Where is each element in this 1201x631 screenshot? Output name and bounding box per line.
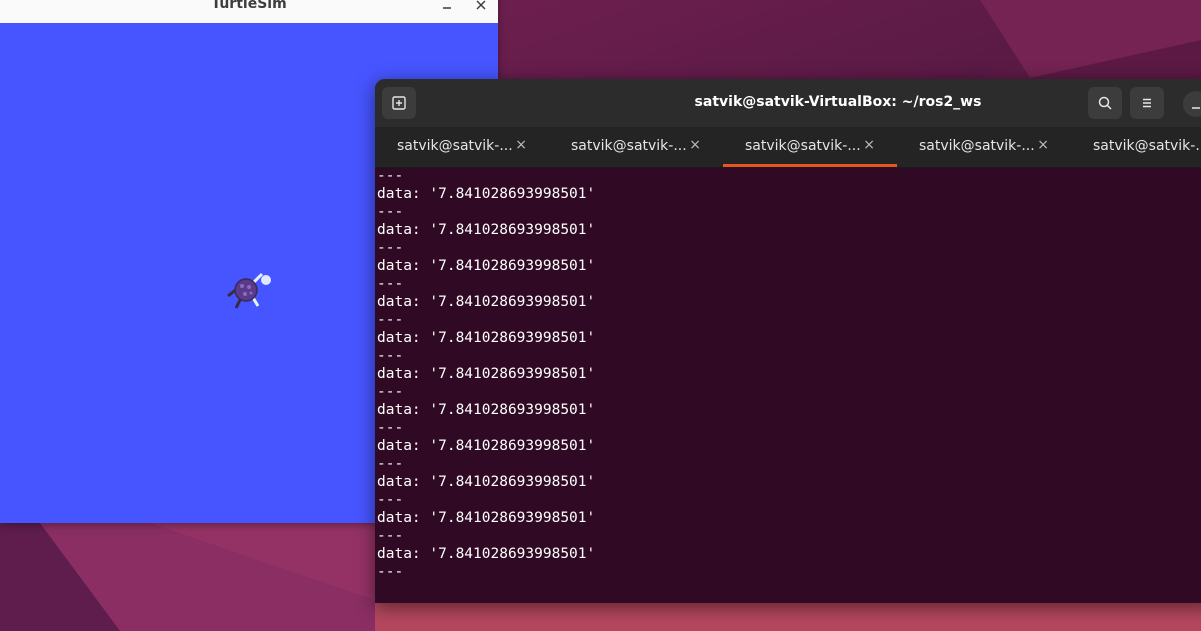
terminal-data-line: data: '7.841028693998501' bbox=[377, 402, 596, 418]
terminal-tab-4[interactable]: satvik@satvik-... × bbox=[897, 127, 1071, 167]
terminal-separator-line: --- bbox=[377, 456, 404, 472]
minimize-icon[interactable] bbox=[436, 0, 458, 17]
tab-close-icon[interactable]: × bbox=[1037, 137, 1049, 153]
terminal-separator-line: --- bbox=[377, 312, 404, 328]
turtle-icon bbox=[227, 272, 271, 309]
terminal-separator-line: --- bbox=[377, 420, 404, 436]
terminal-data-line: data: '7.841028693998501' bbox=[377, 546, 596, 562]
tab-label: satvik@satvik-... bbox=[1093, 138, 1201, 154]
terminal-separator-line: --- bbox=[377, 564, 404, 580]
terminal-data-line: data: '7.841028693998501' bbox=[377, 330, 596, 346]
terminal-title: satvik@satvik-VirtualBox: ~/ros2_ws bbox=[694, 94, 982, 110]
terminal-data-line: data: '7.841028693998501' bbox=[377, 438, 596, 454]
tab-close-icon[interactable]: × bbox=[689, 137, 701, 153]
terminal-separator-line: --- bbox=[377, 492, 404, 508]
terminal-data-line: data: '7.841028693998501' bbox=[377, 510, 596, 526]
turtlesim-title: TurtleSim bbox=[211, 0, 287, 12]
menu-button[interactable] bbox=[1130, 87, 1164, 119]
terminal-data-line: data: '7.841028693998501' bbox=[377, 366, 596, 382]
terminal-data-line: data: '7.841028693998501' bbox=[377, 258, 596, 274]
terminal-tab-5[interactable]: satvik@satvik-... bbox=[1071, 127, 1201, 167]
terminal-separator-line: --- bbox=[377, 528, 404, 544]
tab-label: satvik@satvik-... bbox=[745, 138, 861, 154]
terminal-data-line: data: '7.841028693998501' bbox=[377, 222, 596, 238]
close-icon[interactable] bbox=[470, 0, 492, 17]
tab-label: satvik@satvik-... bbox=[571, 138, 687, 154]
terminal-tab-bar: satvik@satvik-... × satvik@satvik-... × … bbox=[375, 127, 1201, 168]
terminal-data-line: data: '7.841028693998501' bbox=[377, 474, 596, 490]
terminal-data-line: data: '7.841028693998501' bbox=[377, 294, 596, 310]
search-icon bbox=[1098, 96, 1112, 110]
minimize-icon bbox=[1192, 107, 1200, 109]
terminal-separator-line: --- bbox=[377, 204, 404, 220]
tab-close-icon[interactable]: × bbox=[863, 137, 875, 153]
terminal-separator-line: --- bbox=[377, 168, 404, 184]
tab-label: satvik@satvik-... bbox=[919, 138, 1035, 154]
tab-label: satvik@satvik-... bbox=[397, 138, 513, 154]
search-button[interactable] bbox=[1088, 87, 1122, 119]
tab-close-icon[interactable]: × bbox=[515, 137, 527, 153]
turtlesim-titlebar[interactable]: TurtleSim bbox=[0, 0, 498, 24]
terminal-separator-line: --- bbox=[377, 384, 404, 400]
terminal-tab-3-active[interactable]: satvik@satvik-... × bbox=[723, 127, 897, 167]
terminal-window: satvik@satvik-VirtualBox: ~/ros2_ws satv… bbox=[375, 79, 1201, 603]
hamburger-menu-icon bbox=[1143, 98, 1151, 108]
terminal-tab-1[interactable]: satvik@satvik-... × bbox=[375, 127, 549, 167]
terminal-data-line: data: '7.841028693998501' bbox=[377, 186, 596, 202]
terminal-separator-line: --- bbox=[377, 240, 404, 256]
terminal-tab-2[interactable]: satvik@satvik-... × bbox=[549, 127, 723, 167]
minimize-button[interactable] bbox=[1183, 91, 1201, 117]
terminal-separator-line: --- bbox=[377, 348, 404, 364]
terminal-output[interactable]: --- data: '7.841028693998501' --- data: '7.… bbox=[377, 167, 1197, 603]
terminal-separator-line: --- bbox=[377, 276, 404, 292]
terminal-headerbar[interactable]: satvik@satvik-VirtualBox: ~/ros2_ws bbox=[375, 79, 1201, 127]
